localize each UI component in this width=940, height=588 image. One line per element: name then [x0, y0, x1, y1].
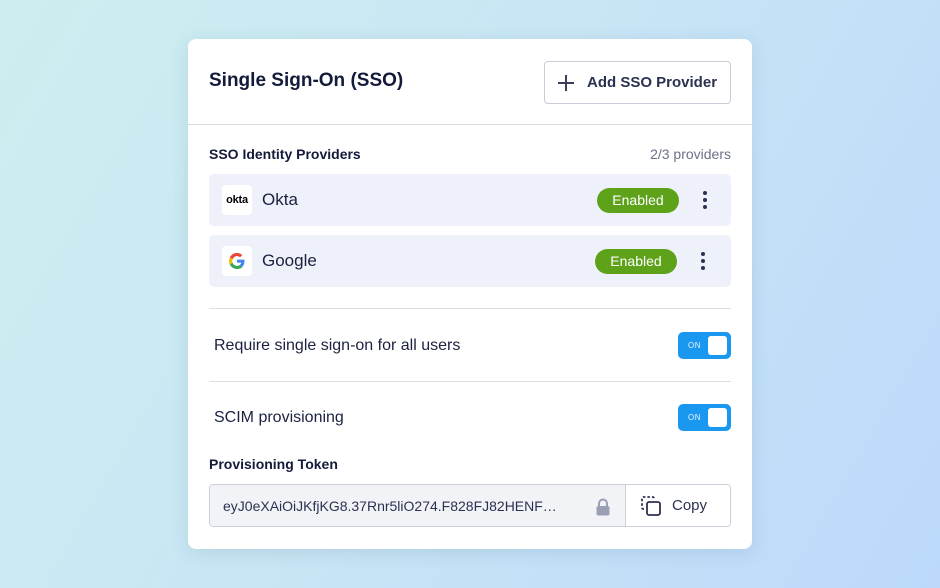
kebab-menu-icon[interactable] [696, 252, 710, 270]
provider-row-okta: okta Okta Enabled [209, 174, 731, 226]
provider-name-google: Google [262, 251, 317, 270]
sso-settings-card: Single Sign-On (SSO) Add SSO Provider SS… [188, 39, 752, 549]
toggle-knob [708, 408, 727, 427]
provisioning-token-group: eyJ0eXAiOiJKfjKG8.37Rnr5liO274.F828FJ82H… [209, 484, 731, 527]
divider [209, 381, 731, 382]
toggle-knob [708, 336, 727, 355]
toggle-state-text: ON [688, 341, 701, 350]
kebab-menu-icon[interactable] [698, 191, 712, 209]
status-badge-google: Enabled [595, 249, 677, 274]
provisioning-token-label: Provisioning Token [209, 456, 338, 472]
copy-icon [641, 495, 661, 516]
providers-section-title: SSO Identity Providers [209, 146, 361, 162]
divider [209, 308, 731, 309]
provider-row-google: Google Enabled [209, 235, 731, 287]
plus-icon [558, 74, 574, 91]
google-g-icon [222, 246, 252, 276]
require-sso-label: Require single sign-on for all users [214, 337, 461, 354]
lock-icon [596, 498, 610, 516]
okta-logo-text: okta [226, 194, 248, 206]
card-header: Single Sign-On (SSO) Add SSO Provider [188, 39, 752, 125]
provisioning-token-field[interactable]: eyJ0eXAiOiJKfjKG8.37Rnr5liO274.F828FJ82H… [210, 485, 626, 526]
card-title: Single Sign-On (SSO) [209, 70, 404, 91]
copy-token-button[interactable]: Copy [626, 485, 730, 526]
add-sso-provider-label: Add SSO Provider [587, 74, 718, 91]
toggle-state-text: ON [688, 413, 701, 422]
copy-label: Copy [672, 497, 708, 514]
scim-provisioning-label: SCIM provisioning [214, 409, 344, 426]
status-badge-okta: Enabled [597, 188, 679, 213]
provider-count: 2/3 providers [650, 146, 731, 162]
providers-section-header: SSO Identity Providers 2/3 providers [209, 146, 731, 162]
provider-name-okta: Okta [262, 190, 298, 209]
okta-logo-icon: okta [222, 185, 252, 215]
require-sso-toggle[interactable]: ON [678, 332, 731, 359]
scim-provisioning-toggle[interactable]: ON [678, 404, 731, 431]
provisioning-token-value: eyJ0eXAiOiJKfjKG8.37Rnr5liO274.F828FJ82H… [223, 498, 557, 514]
add-sso-provider-button[interactable]: Add SSO Provider [544, 61, 731, 104]
